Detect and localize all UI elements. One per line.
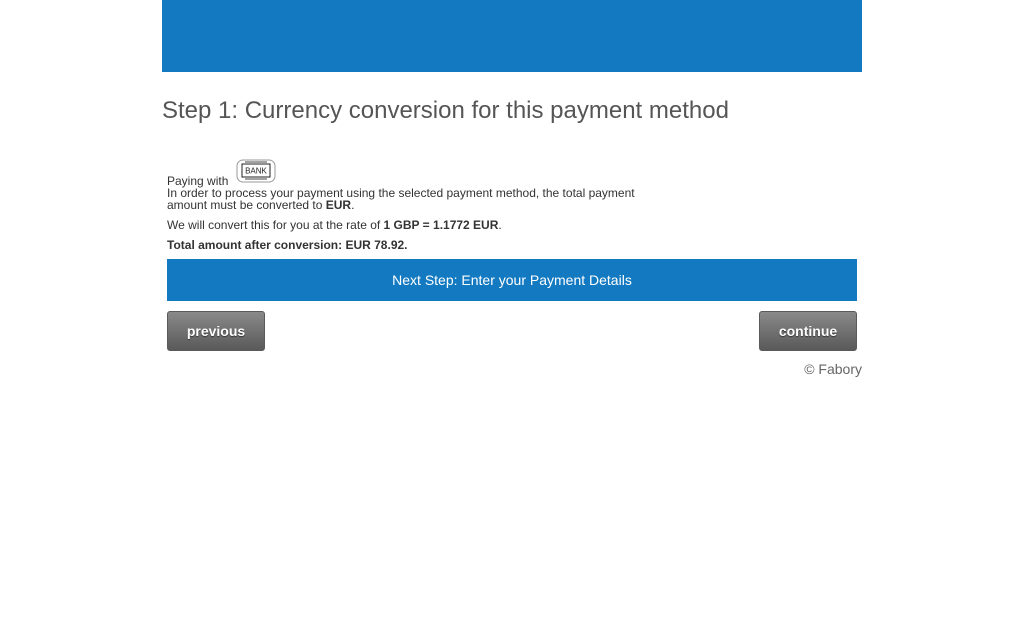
paying-with-row: Paying with BANK (167, 159, 857, 188)
conversion-rate: We will convert this for you at the rate… (167, 218, 502, 232)
page-title: Step 1: Currency conversion for this pay… (162, 97, 729, 124)
previous-button[interactable]: previous (167, 311, 265, 351)
bank-icon: BANK (236, 159, 276, 183)
rate-value: 1 GBP = 1.1772 EUR (383, 218, 499, 232)
header-banner (162, 0, 862, 72)
paying-with-label: Paying with (167, 174, 229, 188)
total-after-conversion: Total amount after conversion: EUR 78.92… (167, 238, 408, 252)
navigation-buttons: previous continue (167, 311, 857, 353)
payment-page: Step 1: Currency conversion for this pay… (162, 0, 862, 377)
conversion-panel: Paying with BANK In order to process you… (162, 159, 862, 377)
continue-button[interactable]: continue (759, 311, 857, 351)
target-currency: EUR (325, 198, 352, 212)
footer-copyright: © Fabory (804, 361, 862, 377)
conversion-notice: In order to process your payment using t… (167, 186, 635, 212)
next-step-banner: Next Step: Enter your Payment Details (167, 259, 857, 301)
bank-icon-label: BANK (245, 167, 267, 176)
